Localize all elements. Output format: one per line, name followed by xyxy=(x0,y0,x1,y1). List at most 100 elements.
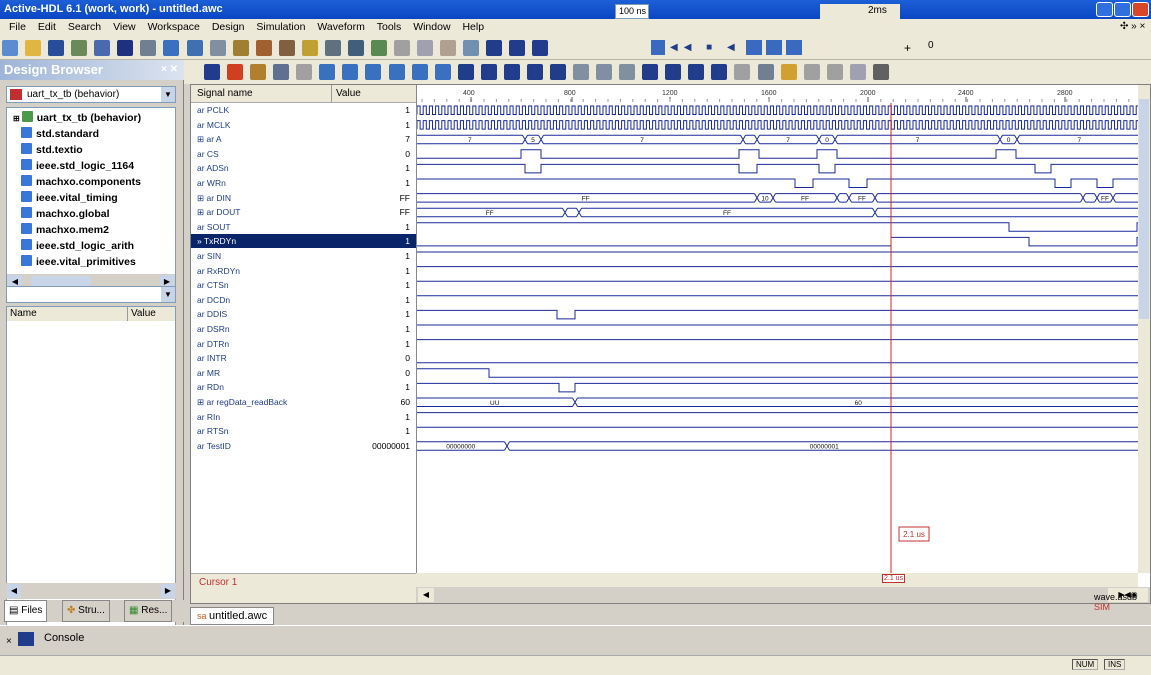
wave-v-scrollbar[interactable] xyxy=(1138,85,1150,573)
menu-file[interactable]: File xyxy=(9,21,26,33)
tool-b-icon[interactable] xyxy=(301,40,318,56)
scroll-left-icon[interactable]: ◀ xyxy=(7,584,21,598)
marker-icon[interactable] xyxy=(573,64,589,80)
bde-icon[interactable] xyxy=(232,40,249,56)
print-icon[interactable] xyxy=(872,64,889,80)
col-value[interactable]: Value xyxy=(127,307,156,321)
tool-d-icon[interactable] xyxy=(347,40,364,56)
wave-tool-g-icon[interactable] xyxy=(780,64,797,80)
tool-i-icon[interactable] xyxy=(463,40,480,56)
signal-row-intr[interactable]: ar INTR 0 xyxy=(191,351,416,365)
menu-simulation[interactable]: Simulation xyxy=(256,21,305,33)
tool-g-icon[interactable] xyxy=(417,40,434,56)
tree-item-root[interactable]: ⊞ uart_tx_tb (behavior) xyxy=(13,110,141,126)
zoom-fit-icon[interactable] xyxy=(365,64,382,80)
scroll-right-icon[interactable]: ▶ xyxy=(161,584,175,598)
signal-row-dsrn[interactable]: ar DSRn 1 xyxy=(191,322,416,336)
compile-all-icon[interactable] xyxy=(163,40,180,56)
menu-search[interactable]: Search xyxy=(68,21,101,33)
spin-icon[interactable] xyxy=(651,40,665,55)
marker-c-icon[interactable] xyxy=(619,64,636,80)
menu-design[interactable]: Design xyxy=(212,21,245,33)
new-file-icon[interactable] xyxy=(2,40,18,56)
menu-overflow-icon[interactable]: ✣ » × xyxy=(1120,21,1145,32)
signal-row-mr[interactable]: ar MR 0 xyxy=(191,366,416,380)
sim-time-field[interactable]: 2ms xyxy=(820,4,900,19)
signal-row-wrn[interactable]: ar WRn 1 xyxy=(191,176,416,190)
fsm-icon[interactable] xyxy=(255,40,272,56)
tree-item-std-textio[interactable]: std.textio xyxy=(21,142,83,158)
signal-row-testid[interactable]: ar TestID 00000001 xyxy=(191,439,416,453)
transition-icon[interactable] xyxy=(549,64,566,80)
zoom-in-icon[interactable] xyxy=(319,64,336,80)
find-prev-icon[interactable] xyxy=(457,64,474,80)
tab-resources[interactable]: ▦ Res... xyxy=(124,600,173,622)
tree-item-vital-timing[interactable]: ieee.vital_timing xyxy=(21,190,118,206)
signal-row-rdn[interactable]: ar RDn 1 xyxy=(191,380,416,394)
tree-item-std-logic-1164[interactable]: ieee.std_logic_1164 xyxy=(21,158,134,174)
zoom-out-icon[interactable] xyxy=(342,64,359,80)
save-icon[interactable] xyxy=(48,40,65,56)
menu-workspace[interactable]: Workspace xyxy=(148,21,200,33)
wave-tool-b-icon[interactable] xyxy=(665,64,682,80)
hierarchy-icon[interactable] xyxy=(94,40,111,56)
tree-item-std-standard[interactable]: std.standard xyxy=(21,126,99,142)
zoom-cursor-icon[interactable] xyxy=(411,64,428,80)
menu-waveform[interactable]: Waveform xyxy=(317,21,364,33)
wave-tool-i-icon[interactable] xyxy=(826,64,843,80)
library-icon[interactable] xyxy=(186,40,203,56)
signal-row-sin[interactable]: ar SIN 1 xyxy=(191,249,416,263)
menu-help[interactable]: Help xyxy=(462,21,484,33)
signal-row-pclk[interactable]: ar PCLK 1 xyxy=(191,103,416,117)
signal-row-rtsn[interactable]: ar RTSn 1 xyxy=(191,424,416,438)
tool-e-icon[interactable] xyxy=(371,40,387,56)
waveform-area[interactable]: 400 800 1200 1600 2000 2400 2800 7 5 7 7 0 7 0 7 FF 10 FF… xyxy=(416,85,1138,573)
find-icon[interactable] xyxy=(209,40,226,56)
col-name[interactable]: Name xyxy=(10,307,37,321)
edge-prev-icon[interactable] xyxy=(503,64,520,80)
panel-close-icon[interactable]: × ✕ xyxy=(161,60,178,80)
expand-icon[interactable]: ⊞ xyxy=(13,114,20,123)
tree-item-machxo-components[interactable]: machxo.components xyxy=(21,174,141,190)
tool-a-icon[interactable] xyxy=(278,40,295,56)
trace-over-icon[interactable] xyxy=(786,40,802,55)
close-button[interactable] xyxy=(1132,2,1149,17)
wave-tool-h-icon[interactable] xyxy=(803,64,820,80)
tool-c-icon[interactable] xyxy=(324,40,341,56)
signal-row-rin[interactable]: ar RIn 1 xyxy=(191,410,416,424)
wave-add-icon[interactable] xyxy=(250,64,267,80)
signal-row-mclk[interactable]: ar MCLK 1 xyxy=(191,118,416,132)
tool-f-icon[interactable] xyxy=(394,40,411,56)
tree-item-std-logic-arith[interactable]: ieee.std_logic_arith xyxy=(21,238,134,254)
signal-row-cs[interactable]: ar CS 0 xyxy=(191,147,416,161)
chevron-down-icon[interactable]: ▼ xyxy=(161,87,175,102)
wave-stop-icon[interactable] xyxy=(227,64,244,80)
signal-row-dcdn[interactable]: ar DCDn 1 xyxy=(191,293,416,307)
wave-tool-a-icon[interactable] xyxy=(642,64,659,80)
waveform-canvas[interactable]: 400 800 1200 1600 2000 2400 2800 7 5 7 7 0 7 0 7 FF 10 FF… xyxy=(417,85,1138,573)
signal-row-rxrdyn[interactable]: ar RxRDYn 1 xyxy=(191,264,416,278)
cursor-time-tag[interactable]: 2.1 us xyxy=(882,574,906,583)
wave-h-scrollbar[interactable]: ◀ ▶◀◉ xyxy=(416,587,1150,603)
trace-icon[interactable] xyxy=(766,40,782,55)
wave-pointer-icon[interactable] xyxy=(296,64,313,80)
property-select[interactable]: ▼ xyxy=(6,286,176,303)
block-icon[interactable] xyxy=(117,40,134,56)
chevron-down-icon[interactable]: ▼ xyxy=(161,287,175,302)
run-for-icon[interactable] xyxy=(532,40,549,56)
open-file-icon[interactable] xyxy=(25,40,42,56)
signal-row-txrdyn[interactable]: » TxRDYn 1 xyxy=(191,234,416,249)
v-scroll-thumb[interactable] xyxy=(1139,99,1149,319)
signal-row-ctsn[interactable]: ar CTSn 1 xyxy=(191,278,416,292)
marker-b-icon[interactable] xyxy=(596,64,613,80)
wave-tool-c-icon[interactable] xyxy=(688,64,705,80)
tab-structure[interactable]: ✤ Stru... xyxy=(62,600,110,622)
find-next-icon[interactable] xyxy=(480,64,497,80)
menu-edit[interactable]: Edit xyxy=(38,21,56,33)
signal-row-dtrn[interactable]: ar DTRn 1 xyxy=(191,337,416,351)
tree-item-machxo-global[interactable]: machxo.global xyxy=(21,206,110,222)
signal-row-dout[interactable]: ⊞ ar DOUT FF xyxy=(191,205,416,219)
run-icon[interactable] xyxy=(486,40,503,56)
prop-h-scrollbar[interactable]: ◀ ▶ xyxy=(6,583,176,599)
zoom-range-icon[interactable] xyxy=(388,64,405,80)
